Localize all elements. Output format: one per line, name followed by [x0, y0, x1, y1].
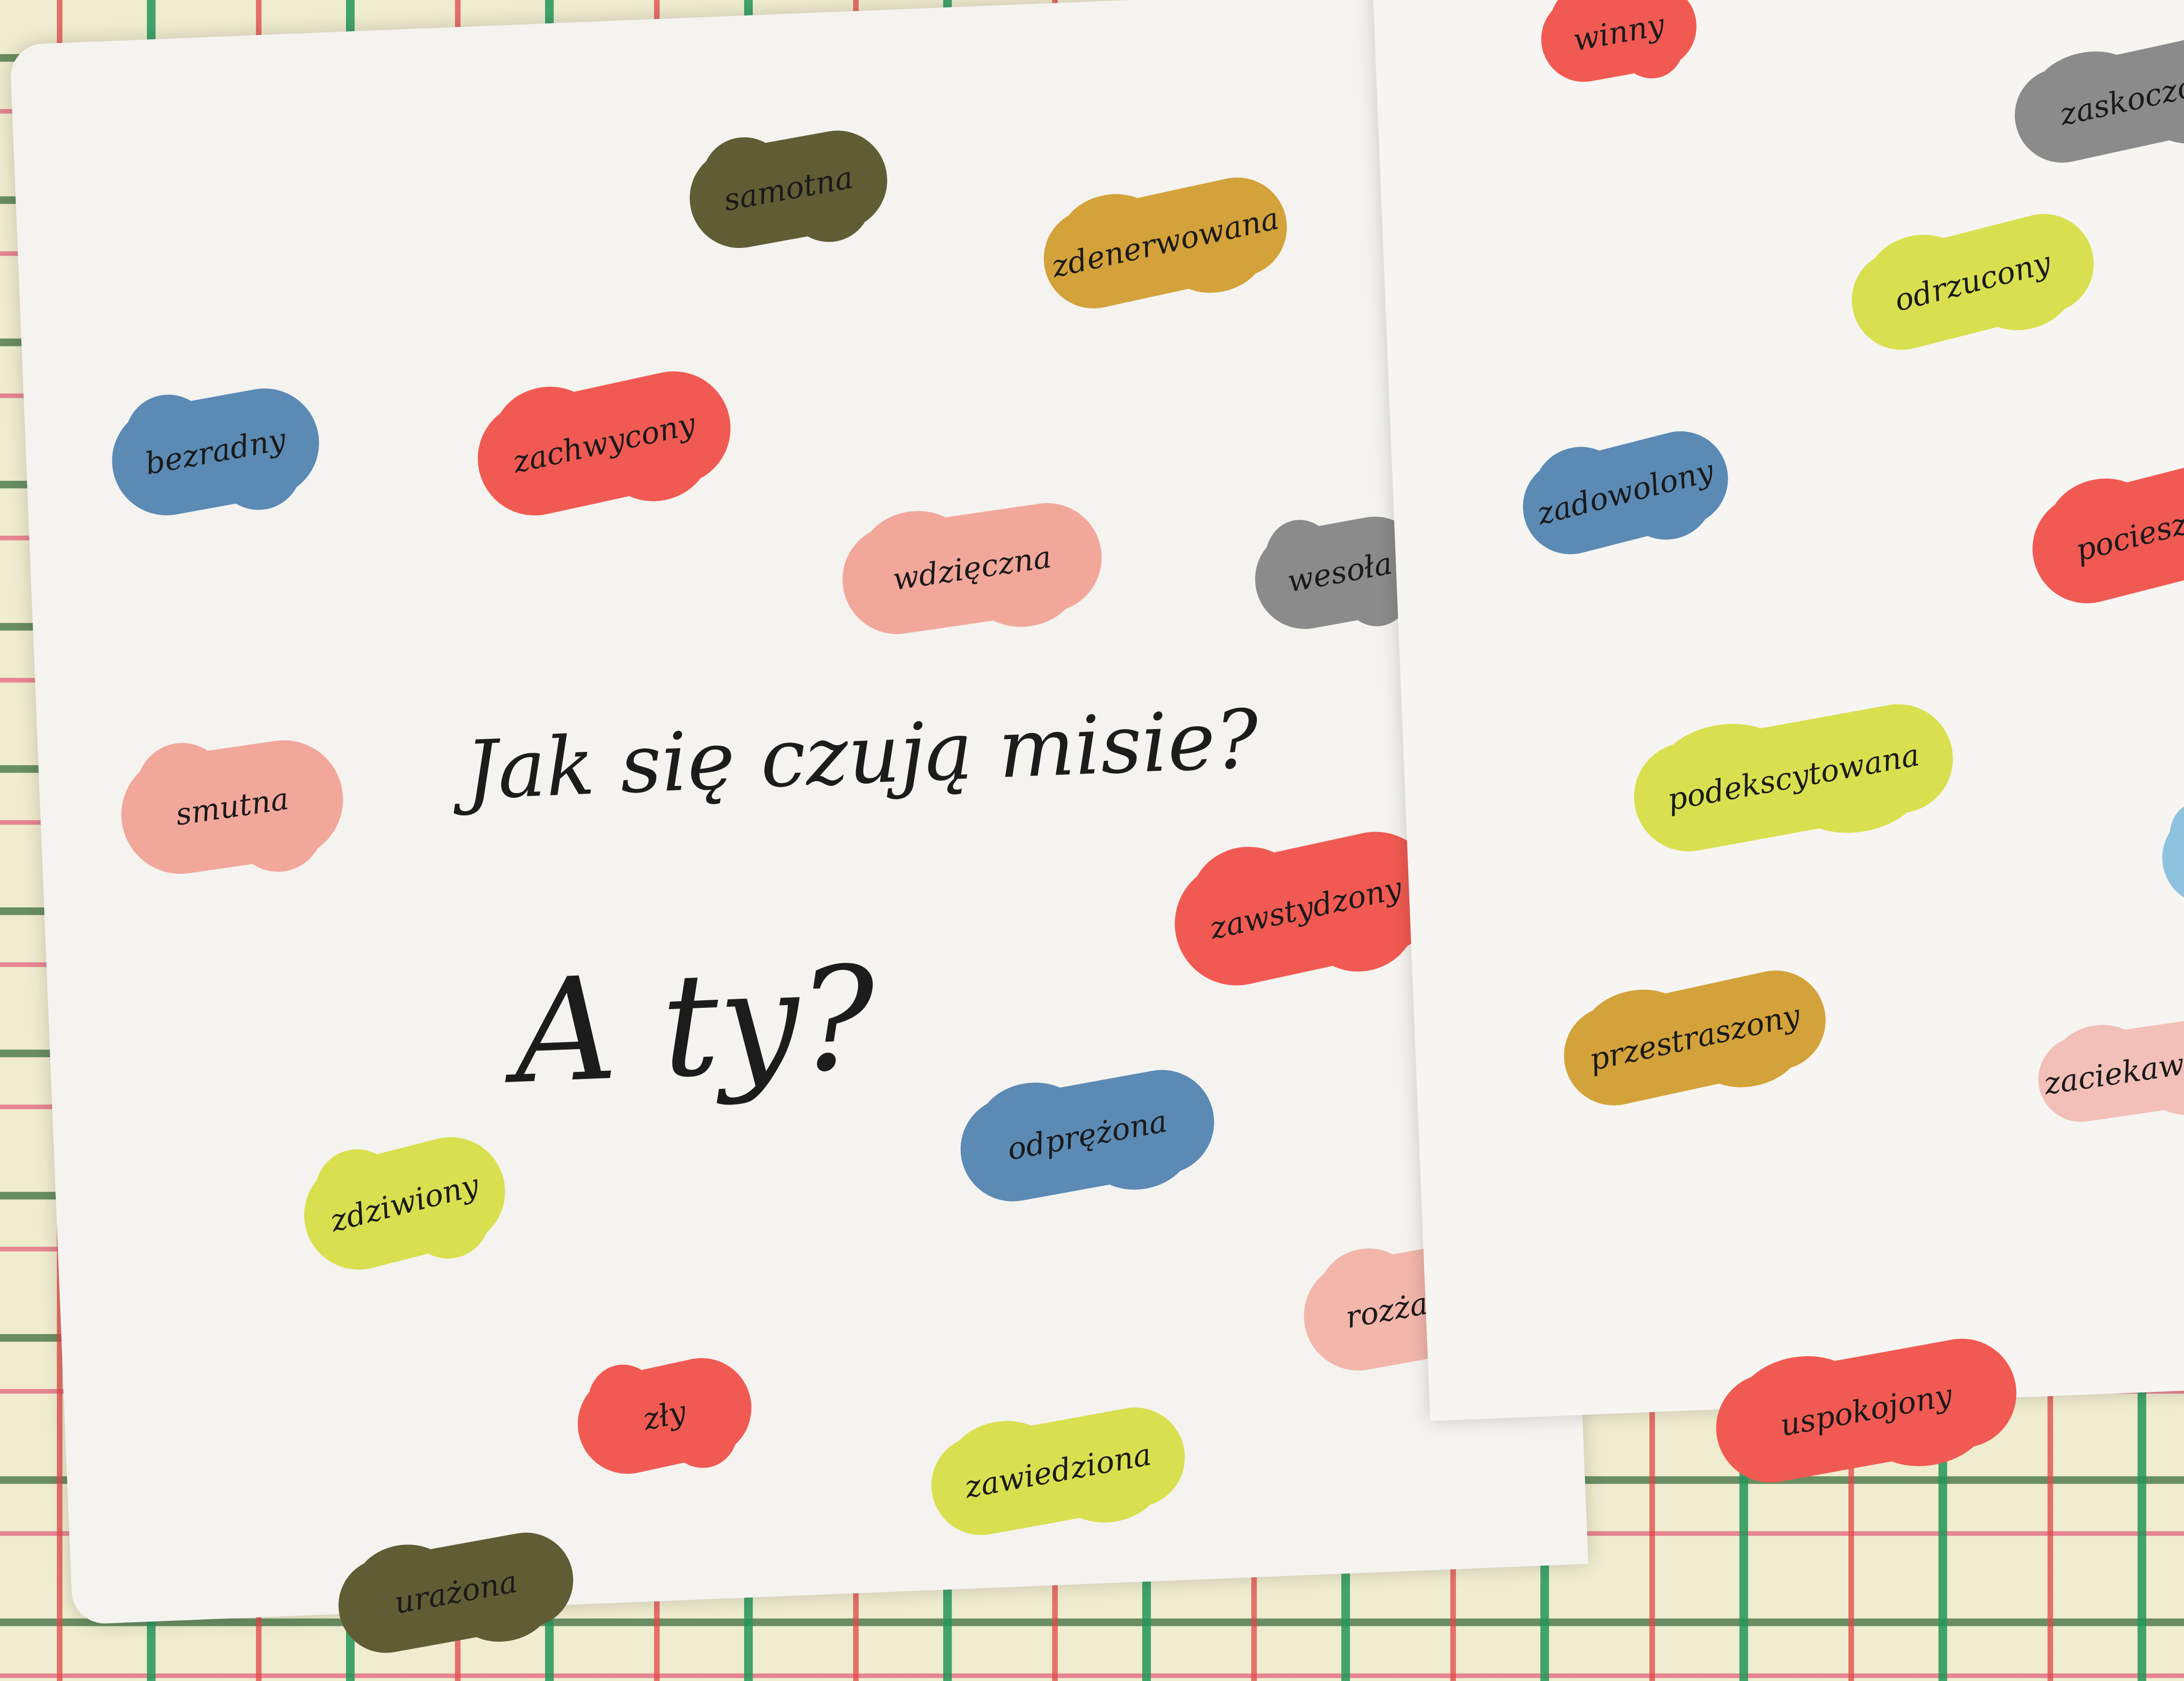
- left-word-label: zdziwiony: [327, 1168, 482, 1239]
- right-word-blob-5: pocieszony: [2020, 446, 2184, 615]
- left-word-blob-3: bezradny: [103, 379, 328, 524]
- left-word-blob-12: zły: [568, 1348, 761, 1483]
- left-word-label: wesoła: [1284, 546, 1395, 600]
- left-word-blob-4: zachwycony: [467, 360, 742, 527]
- right-word-blob-6: podekscytowana: [1625, 695, 1962, 860]
- right-word-blob-2: zaskoczony: [2006, 22, 2184, 172]
- left-word-label: zawiedziona: [962, 1437, 1154, 1506]
- right-word-blob-3: odrzucony: [1841, 203, 2105, 361]
- left-word-label: urażona: [391, 1564, 520, 1621]
- right-word-label: przestraszony: [1586, 998, 1803, 1078]
- right-word-blob-4: zadowolony: [1512, 421, 1738, 565]
- right-page: winny zaskoczony odrzucony zadowolony pocies…: [1372, 0, 2184, 1491]
- right-word-label: uspokojony: [1777, 1378, 1955, 1443]
- right-word-blob-7: za: [2153, 791, 2184, 914]
- right-word-label: zaciekawiona: [2042, 1037, 2184, 1102]
- right-word-label: podekscytowana: [1665, 738, 1922, 818]
- right-word-label: zaskoczony: [2057, 61, 2184, 133]
- right-word-blob-8: przestraszony: [1554, 961, 1835, 1115]
- right-word-label: winny: [1570, 7, 1667, 58]
- left-page: Jak się czują misie? A ty? samotna zdener…: [9, 0, 1589, 1661]
- left-word-label: zdenerwowana: [1048, 201, 1282, 285]
- left-word-label: samotna: [721, 160, 856, 219]
- right-word-label: zadowolony: [1533, 453, 1718, 532]
- right-word-label: odrzucony: [1891, 245, 2055, 319]
- left-word-label: wdzięczna: [891, 539, 1054, 598]
- left-word-label: zachwycony: [510, 406, 699, 481]
- right-word-blob-10: zrozpa: [2175, 1210, 2184, 1328]
- left-word-blob-9: zdziwiony: [292, 1125, 517, 1282]
- right-word-blob-11: uspokojony: [1707, 1330, 2026, 1491]
- left-word-blob-5: wdzięczna: [835, 495, 1109, 641]
- right-word-blob-9: zaciekawiona: [2032, 1012, 2184, 1128]
- left-word-label: bezradny: [142, 422, 289, 482]
- left-word-blob-14: urażona: [330, 1525, 581, 1661]
- right-word-label: pocieszony: [2072, 493, 2184, 569]
- left-word-label: zawstydzony: [1207, 870, 1405, 947]
- left-word-label: odprężona: [1005, 1104, 1170, 1168]
- left-word-blob-2: zdenerwowana: [1034, 168, 1297, 318]
- left-word-label: zły: [640, 1394, 690, 1438]
- left-word-blob-7: smutna: [113, 732, 351, 882]
- left-word-blob-13: zawiedziona: [923, 1399, 1193, 1544]
- left-word-blob-10: odprężona: [952, 1061, 1223, 1210]
- left-word-label: smutna: [173, 781, 291, 833]
- right-word-blob-1: winny: [1534, 0, 1704, 89]
- left-word-blob-1: samotna: [682, 122, 895, 256]
- answer-text: A ty?: [510, 935, 879, 1115]
- question-text: Jak się czują misie?: [464, 692, 1260, 818]
- left-word-blob-8: zawstydzony: [1163, 820, 1449, 997]
